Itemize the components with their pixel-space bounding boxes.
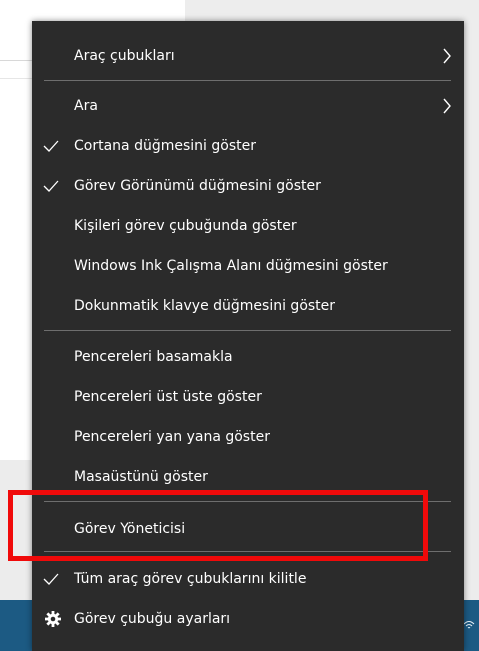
menu-item-side-by-side-windows[interactable]: Pencereleri yan yana göster (32, 417, 464, 457)
menu-item-show-touch-keyboard[interactable]: Dokunmatik klavye düğmesini göster (32, 286, 464, 326)
menu-item-label: Dokunmatik klavye düğmesini göster (74, 298, 336, 314)
background-divider (0, 78, 32, 79)
menu-item-label: Görev çubuğu ayarları (74, 611, 231, 627)
menu-item-label: Pencereleri üst üste göster (74, 389, 262, 405)
menu-item-label: Araç çubukları (74, 48, 175, 64)
chevron-right-icon (443, 98, 451, 114)
checkmark-icon (43, 140, 59, 152)
menu-item-label: Tüm araç görev çubuklarını kilitle (74, 571, 307, 587)
menu-item-lock-taskbars[interactable]: Tüm araç görev çubuklarını kilitle (32, 559, 464, 599)
menu-item-show-cortana[interactable]: Cortana düğmesini göster (32, 126, 464, 166)
menu-item-label: Windows Ink Çalışma Alanı düğmesini göst… (74, 258, 388, 274)
menu-item-show-task-view[interactable]: Görev Görünümü düğmesini göster (32, 166, 464, 206)
wifi-icon[interactable] (463, 618, 475, 632)
checkmark-icon (43, 573, 59, 585)
menu-separator (44, 330, 451, 331)
highlight-annotation-box (8, 490, 428, 561)
menu-item-taskbar-settings[interactable]: Görev çubuğu ayarları (32, 599, 464, 639)
menu-item-label: Pencereleri basamakla (74, 349, 233, 365)
menu-item-label: Ara (74, 98, 98, 114)
chevron-right-icon (443, 48, 451, 64)
menu-item-stack-windows[interactable]: Pencereleri üst üste göster (32, 377, 464, 417)
menu-item-label: Pencereleri yan yana göster (74, 429, 270, 445)
menu-item-toolbars[interactable]: Araç çubukları (32, 36, 464, 76)
menu-item-label: Kişileri görev çubuğunda göster (74, 218, 297, 234)
menu-item-show-windows-ink[interactable]: Windows Ink Çalışma Alanı düğmesini göst… (32, 246, 464, 286)
menu-item-label: Cortana düğmesini göster (74, 138, 256, 154)
menu-item-cascade-windows[interactable]: Pencereleri basamakla (32, 337, 464, 377)
gear-icon (45, 611, 61, 627)
menu-item-show-people[interactable]: Kişileri görev çubuğunda göster (32, 206, 464, 246)
menu-separator (44, 80, 451, 81)
menu-item-label: Görev Görünümü düğmesini göster (74, 178, 321, 194)
checkmark-icon (43, 180, 59, 192)
background-divider (0, 60, 32, 61)
menu-item-search[interactable]: Ara (32, 86, 464, 126)
